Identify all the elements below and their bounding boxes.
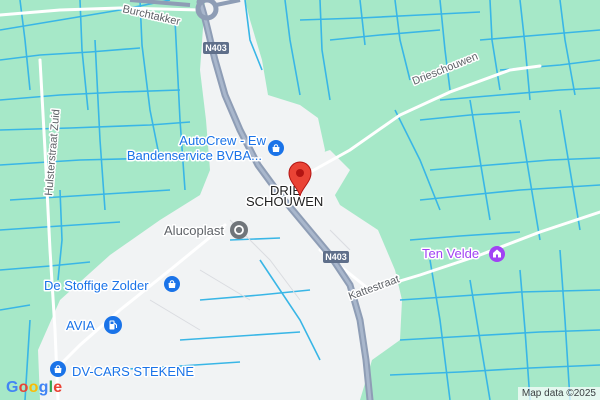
village-label-line2[interactable]: SCHOUWEN xyxy=(245,193,325,211)
n403-shield-mid: N403 xyxy=(323,251,349,263)
autocrew-label-line2[interactable]: Bandenservice BVBA... xyxy=(125,147,263,165)
shopping-bag-icon[interactable] xyxy=(50,361,66,377)
alucoplast-label[interactable]: Alucoplast xyxy=(163,222,226,240)
map-canvas[interactable]: N403 N403 Burchtakker Drieschouwen Hulst… xyxy=(0,0,600,400)
autocrew-label-line1[interactable]: AutoCrew - Ew xyxy=(178,132,268,150)
monument-icon[interactable] xyxy=(489,246,505,262)
avia-label[interactable]: AVIA xyxy=(65,317,97,335)
shopping-bag-icon[interactable] xyxy=(164,276,180,292)
fuel-pump-icon[interactable] xyxy=(104,316,122,334)
shopping-bag-icon[interactable] xyxy=(268,140,284,156)
tenvelde-label[interactable]: Ten Velde xyxy=(421,245,481,263)
n403-shield-top: N403 xyxy=(203,42,229,54)
place-icon[interactable] xyxy=(230,221,248,239)
n403-label-mid[interactable]: N403 xyxy=(325,252,347,262)
dvcars-label[interactable]: DV-CARS STEKENE xyxy=(71,363,196,381)
map-attribution[interactable]: Map data ©2025 xyxy=(517,387,600,400)
google-logo: Google xyxy=(6,379,63,396)
stoffige-label[interactable]: De Stoffige Zolder xyxy=(43,277,151,295)
map-base-layer: N403 N403 Burchtakker Drieschouwen Hulst… xyxy=(0,0,600,400)
n403-label-top[interactable]: N403 xyxy=(205,43,227,53)
